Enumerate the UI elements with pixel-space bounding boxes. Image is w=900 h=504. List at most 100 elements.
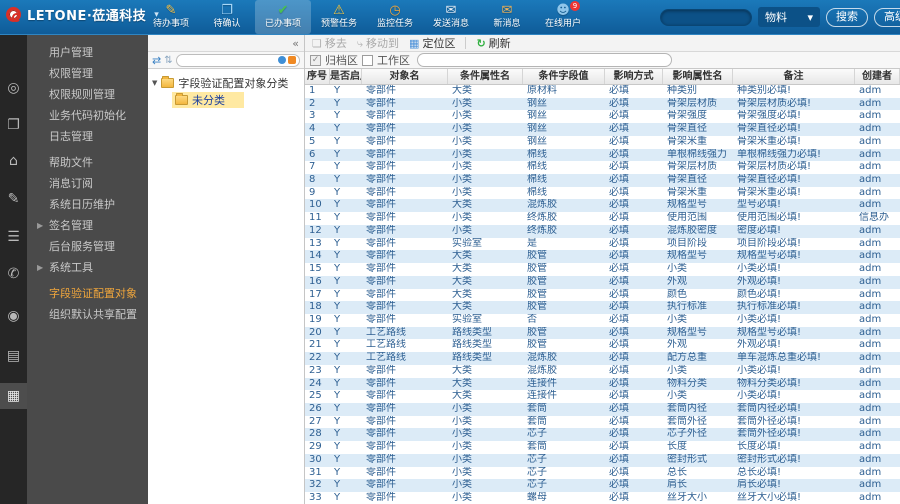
- chevron-down-icon: ▾: [807, 10, 813, 24]
- table-row[interactable]: 10 Y 零部件 大类 混炼胶 必填 规格型号 型号必填! adm: [305, 199, 900, 213]
- nav-item-clipboard[interactable]: ❐ 待确认: [199, 0, 255, 34]
- table-row[interactable]: 5 Y 零部件 小类 钢丝 必填 骨架米重 骨架米重必填! adm: [305, 135, 900, 149]
- task-config-icon[interactable]: ❐: [0, 112, 27, 138]
- tree-node-unclassified[interactable]: 未分类: [172, 92, 244, 108]
- sidebar-item[interactable]: 日志管理: [27, 126, 148, 147]
- table-row[interactable]: 9 Y 零部件 小类 棉线 必填 骨架米重 骨架米重必填! adm: [305, 186, 900, 200]
- workspace-checkbox[interactable]: [362, 54, 373, 66]
- column-header[interactable]: 条件属性名: [448, 69, 523, 84]
- tree-search-input[interactable]: [175, 53, 300, 67]
- tree-search-next-icon[interactable]: [288, 56, 296, 64]
- tree-search-prev-icon[interactable]: [278, 56, 286, 64]
- table-row[interactable]: 4 Y 零部件 小类 钢丝 必填 骨架直径 骨架直径必填! adm: [305, 123, 900, 136]
- table-row[interactable]: 14 Y 零部件 大类 胶管 必填 规格型号 规格型号必填! adm: [305, 250, 900, 264]
- table-row[interactable]: 29 Y 零部件 小类 套筒 必填 长度 长度必填! adm: [305, 441, 900, 454]
- table-row[interactable]: 31 Y 零部件 小类 芯子 必填 总长 总长必填! adm: [305, 466, 900, 480]
- sidebar-item[interactable]: 后台服务管理: [27, 236, 148, 257]
- send-mail-icon: ✉: [445, 3, 457, 18]
- search-category-dropdown[interactable]: 物料 ▾: [758, 7, 820, 27]
- table-row[interactable]: 12 Y 零部件 小类 终炼胶 必填 混炼胶密度 密度必填! adm: [305, 224, 900, 238]
- remove-button[interactable]: ❏ 移去: [309, 35, 350, 51]
- table-row[interactable]: 18 Y 零部件 大类 胶管 必填 执行标准 执行标准必填! adm: [305, 301, 900, 314]
- global-search-input[interactable]: [660, 8, 752, 26]
- tree-expand-all-icon[interactable]: ⇅: [164, 55, 172, 66]
- table-row[interactable]: 6 Y 零部件 小类 棉线 必填 单根棉线强力 单根棉线强力必填! adm: [305, 148, 900, 162]
- table-row[interactable]: 32 Y 零部件 小类 芯子 必填 肩长 肩长必填! adm: [305, 479, 900, 492]
- sidebar-item[interactable]: 字段验证配置对象: [27, 283, 148, 304]
- idcard-icon[interactable]: ▦: [0, 383, 27, 409]
- table-cell: adm: [859, 339, 882, 351]
- locate-zone-button[interactable]: ▦ 定位区: [406, 35, 458, 51]
- table-cell: adm: [859, 288, 882, 300]
- nav-item-users[interactable]: ☻ 在线用户 9: [535, 0, 591, 34]
- table-row[interactable]: 16 Y 零部件 大类 胶管 必填 外观 外观必填! adm: [305, 275, 900, 289]
- table-row[interactable]: 19 Y 零部件 实验室 否 必填 小类 小类必填! adm: [305, 313, 900, 327]
- support-phone-icon[interactable]: ✆: [0, 261, 27, 287]
- tree-caret-icon[interactable]: ▼: [152, 79, 157, 87]
- table-row[interactable]: 28 Y 零部件 小类 芯子 必填 芯子外径 套筒外径必填! adm: [305, 428, 900, 442]
- nav-item-clock-doc[interactable]: ◷ 监控任务: [367, 0, 423, 34]
- table-row[interactable]: 25 Y 零部件 大类 连接件 必填 小类 小类必填! adm: [305, 390, 900, 403]
- table-cell: Y: [334, 250, 341, 262]
- archive-checkbox[interactable]: ✓: [310, 54, 321, 66]
- table-row[interactable]: 3 Y 零部件 小类 钢丝 必填 骨架强度 骨架强度必填! adm: [305, 110, 900, 124]
- sidebar-item[interactable]: ▶ 签名管理: [27, 215, 148, 236]
- move-to-button[interactable]: ⤷ 移动到: [354, 35, 402, 51]
- collapse-panel-icon[interactable]: «: [292, 38, 299, 49]
- table-row[interactable]: 21 Y 工艺路线 路线类型 胶管 必填 外观 外观必填! adm: [305, 339, 900, 353]
- nav-item-new-mail[interactable]: ✉ 新消息: [479, 0, 535, 34]
- table-cell: 胶管: [527, 326, 547, 338]
- sidebar-item[interactable]: 系统日历维护: [27, 194, 148, 215]
- table-row[interactable]: 24 Y 零部件 大类 连接件 必填 物料分类 物料分类必填! adm: [305, 377, 900, 391]
- sidebar-item[interactable]: 组织默认共享配置: [27, 304, 148, 325]
- table-row[interactable]: 23 Y 零部件 大类 混炼胶 必填 小类 小类必填! adm: [305, 364, 900, 378]
- column-header[interactable]: 对象名: [362, 69, 448, 84]
- broadcast-icon[interactable]: ◉: [0, 303, 27, 329]
- sidebar-item[interactable]: 消息订阅: [27, 173, 148, 194]
- nav-item-warning-doc[interactable]: ⚠ 预警任务: [311, 0, 367, 34]
- tree-node-root[interactable]: ▼ 字段验证配置对象分类: [152, 75, 304, 91]
- column-header[interactable]: 条件字段值: [523, 69, 605, 84]
- sidebar-item[interactable]: 用户管理: [27, 42, 148, 63]
- table-row[interactable]: 13 Y 零部件 实验室 是 必填 项目阶段 项目阶段必填! adm: [305, 237, 900, 251]
- nav-item-pencil-doc[interactable]: ✎ 待办事项: [143, 0, 199, 34]
- nav-item-label: 在线用户: [544, 19, 581, 29]
- table-row[interactable]: 22 Y 工艺路线 路线类型 混炼胶 必填 配方总重 单车混炼总重必填! adm: [305, 352, 900, 365]
- refresh-button[interactable]: ↻ 刷新: [473, 35, 513, 51]
- grid-filter-input[interactable]: [417, 53, 672, 67]
- table-row[interactable]: 11 Y 零部件 小类 终炼胶 必填 使用范围 使用范围必填! 信息办: [305, 212, 900, 225]
- app-logo[interactable]: LETONE·莅通科技 ▾: [6, 5, 159, 24]
- table-row[interactable]: 1 Y 零部件 大类 原材料 必填 种类别 种类别必填! adm: [305, 85, 900, 98]
- column-header[interactable]: 备注: [733, 69, 855, 84]
- tree-refresh-icon[interactable]: ⇄: [152, 55, 161, 66]
- search-button[interactable]: 搜索: [826, 7, 868, 27]
- sidebar-item[interactable]: 权限规则管理: [27, 84, 148, 105]
- sidebar-item[interactable]: 帮助文件: [27, 152, 148, 173]
- table-row[interactable]: 2 Y 零部件 小类 钢丝 必填 骨架层材质 骨架层材质必填! adm: [305, 97, 900, 111]
- column-header[interactable]: 创建者: [855, 69, 900, 84]
- database-icon[interactable]: ☰: [0, 224, 27, 250]
- table-row[interactable]: 26 Y 零部件 小类 套筒 必填 套筒内径 套筒内径必填! adm: [305, 402, 900, 416]
- table-row[interactable]: 17 Y 零部件 大类 胶管 必填 颜色 颜色必填! adm: [305, 288, 900, 302]
- compose-icon[interactable]: ✎: [0, 186, 27, 212]
- home-icon[interactable]: ⌂: [0, 148, 27, 174]
- table-row[interactable]: 30 Y 零部件 小类 芯子 必填 密封形式 密封形式必填! adm: [305, 453, 900, 467]
- advanced-search-button[interactable]: 高级: [874, 7, 900, 27]
- nav-item-send-mail[interactable]: ✉ 发送消息: [423, 0, 479, 34]
- sidebar-item[interactable]: 权限管理: [27, 63, 148, 84]
- table-row[interactable]: 27 Y 零部件 小类 套筒 必填 套筒外径 套筒外径必填! adm: [305, 415, 900, 429]
- column-header[interactable]: 影响属性名: [663, 69, 733, 84]
- column-header[interactable]: 影响方式: [605, 69, 663, 84]
- library-book-icon[interactable]: ▤: [0, 343, 27, 369]
- table-row[interactable]: 15 Y 零部件 大类 胶管 必填 小类 小类必填! adm: [305, 263, 900, 276]
- sidebar-item[interactable]: 业务代码初始化: [27, 105, 148, 126]
- sidebar-item[interactable]: ▶ 系统工具: [27, 257, 148, 278]
- table-row[interactable]: 20 Y 工艺路线 路线类型 胶管 必填 规格型号 规格型号必填! adm: [305, 326, 900, 340]
- table-row[interactable]: 7 Y 零部件 小类 棉线 必填 骨架层材质 骨架层材质必填! adm: [305, 161, 900, 175]
- nav-item-check[interactable]: ✔ 已办事项: [255, 0, 311, 34]
- table-row[interactable]: 8 Y 零部件 小类 棉线 必填 骨架直径 骨架直径必填! adm: [305, 174, 900, 187]
- table-row[interactable]: 33 Y 零部件 小类 螺母 必填 丝牙大小 丝牙大小必填! adm: [305, 492, 900, 504]
- monitor-search-icon[interactable]: ◎: [0, 75, 27, 101]
- column-header[interactable]: 序号: [305, 69, 330, 84]
- column-header[interactable]: 是否启用: [330, 69, 362, 84]
